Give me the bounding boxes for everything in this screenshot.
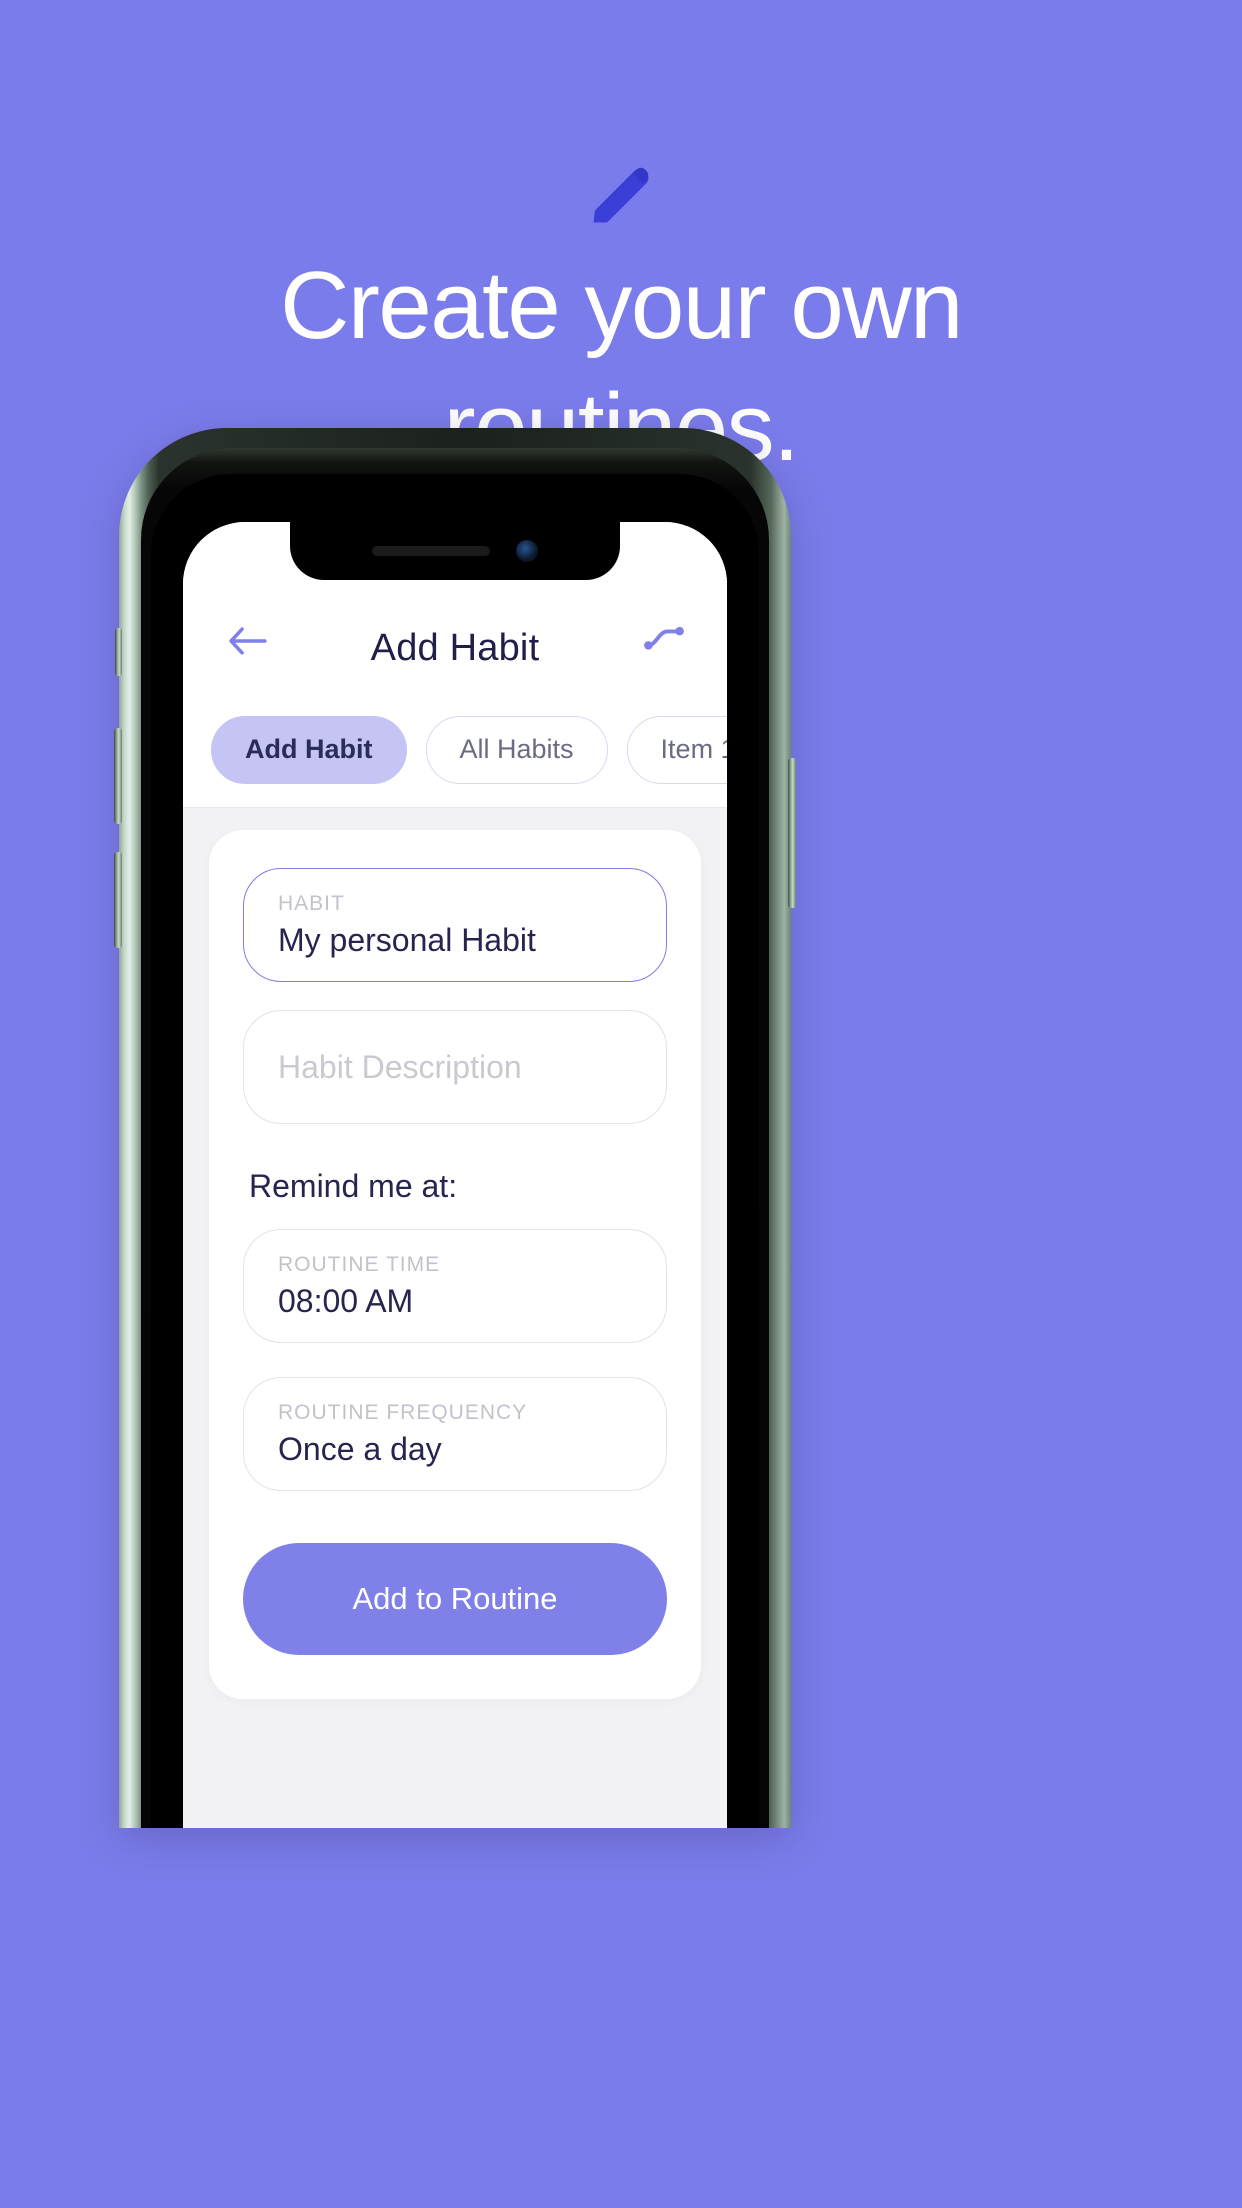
phone-volume-up-button[interactable] [114, 728, 122, 824]
routine-frequency-value: Once a day [278, 1430, 442, 1467]
front-camera-icon [516, 540, 538, 562]
tab-label: All Habits [459, 734, 574, 764]
habit-name-value: My personal Habit [278, 921, 536, 958]
routine-frequency-label: ROUTINE FREQUENCY [278, 1400, 528, 1424]
routine-time-label: ROUTINE TIME [278, 1252, 441, 1276]
tabs-row[interactable]: Add Habit All Habits Item 1 Item 2 Item [183, 692, 727, 808]
routine-frequency-field[interactable]: ROUTINE FREQUENCY Once a day [243, 1377, 667, 1491]
habit-form-card: HABIT My personal Habit Habit Descriptio… [209, 830, 701, 1699]
habit-description-field[interactable]: Habit Description [243, 1010, 667, 1124]
phone-mockup: Add Habit Add Habit All Habits Item HABI… [114, 428, 796, 1828]
tab-all-habits[interactable]: All Habits [425, 715, 608, 784]
routine-time-value: 08:00 AM [278, 1282, 414, 1319]
back-button[interactable] [217, 614, 279, 668]
route-path-icon [644, 626, 684, 650]
tab-label: Item 1 [660, 734, 727, 764]
habit-name-field[interactable]: HABIT My personal Habit [243, 868, 667, 982]
pencil-icon-container [0, 150, 1242, 240]
routine-time-field[interactable]: ROUTINE TIME 08:00 AM [243, 1229, 667, 1343]
headline-line-1: Create your own [280, 252, 963, 359]
screen-content: HABIT My personal Habit Habit Descriptio… [183, 808, 727, 1828]
arrow-left-icon [229, 627, 267, 655]
phone-bezel-inner: Add Habit Add Habit All Habits Item HABI… [151, 474, 759, 1828]
tab-item-1[interactable]: Item 1 [626, 715, 727, 784]
habit-description-placeholder: Habit Description [278, 1048, 522, 1085]
add-to-routine-button[interactable]: Add to Routine [243, 1543, 667, 1655]
earpiece-speaker-icon [372, 546, 490, 556]
phone-power-button[interactable] [788, 758, 796, 908]
phone-screen: Add Habit Add Habit All Habits Item HABI… [183, 522, 727, 1828]
remind-me-label: Remind me at: [249, 1168, 458, 1204]
habit-name-label: HABIT [278, 891, 345, 915]
tab-label: Add Habit [245, 734, 373, 764]
phone-bezel: Add Habit Add Habit All Habits Item HABI… [141, 448, 769, 1828]
route-action-button[interactable] [635, 614, 693, 662]
pencil-icon [593, 167, 649, 223]
promo-background: Create your own routines. [0, 0, 1242, 2208]
phone-volume-down-button[interactable] [114, 852, 122, 948]
phone-mute-switch[interactable] [115, 628, 122, 676]
tab-add-habit[interactable]: Add Habit [211, 715, 407, 784]
phone-notch [290, 522, 620, 580]
